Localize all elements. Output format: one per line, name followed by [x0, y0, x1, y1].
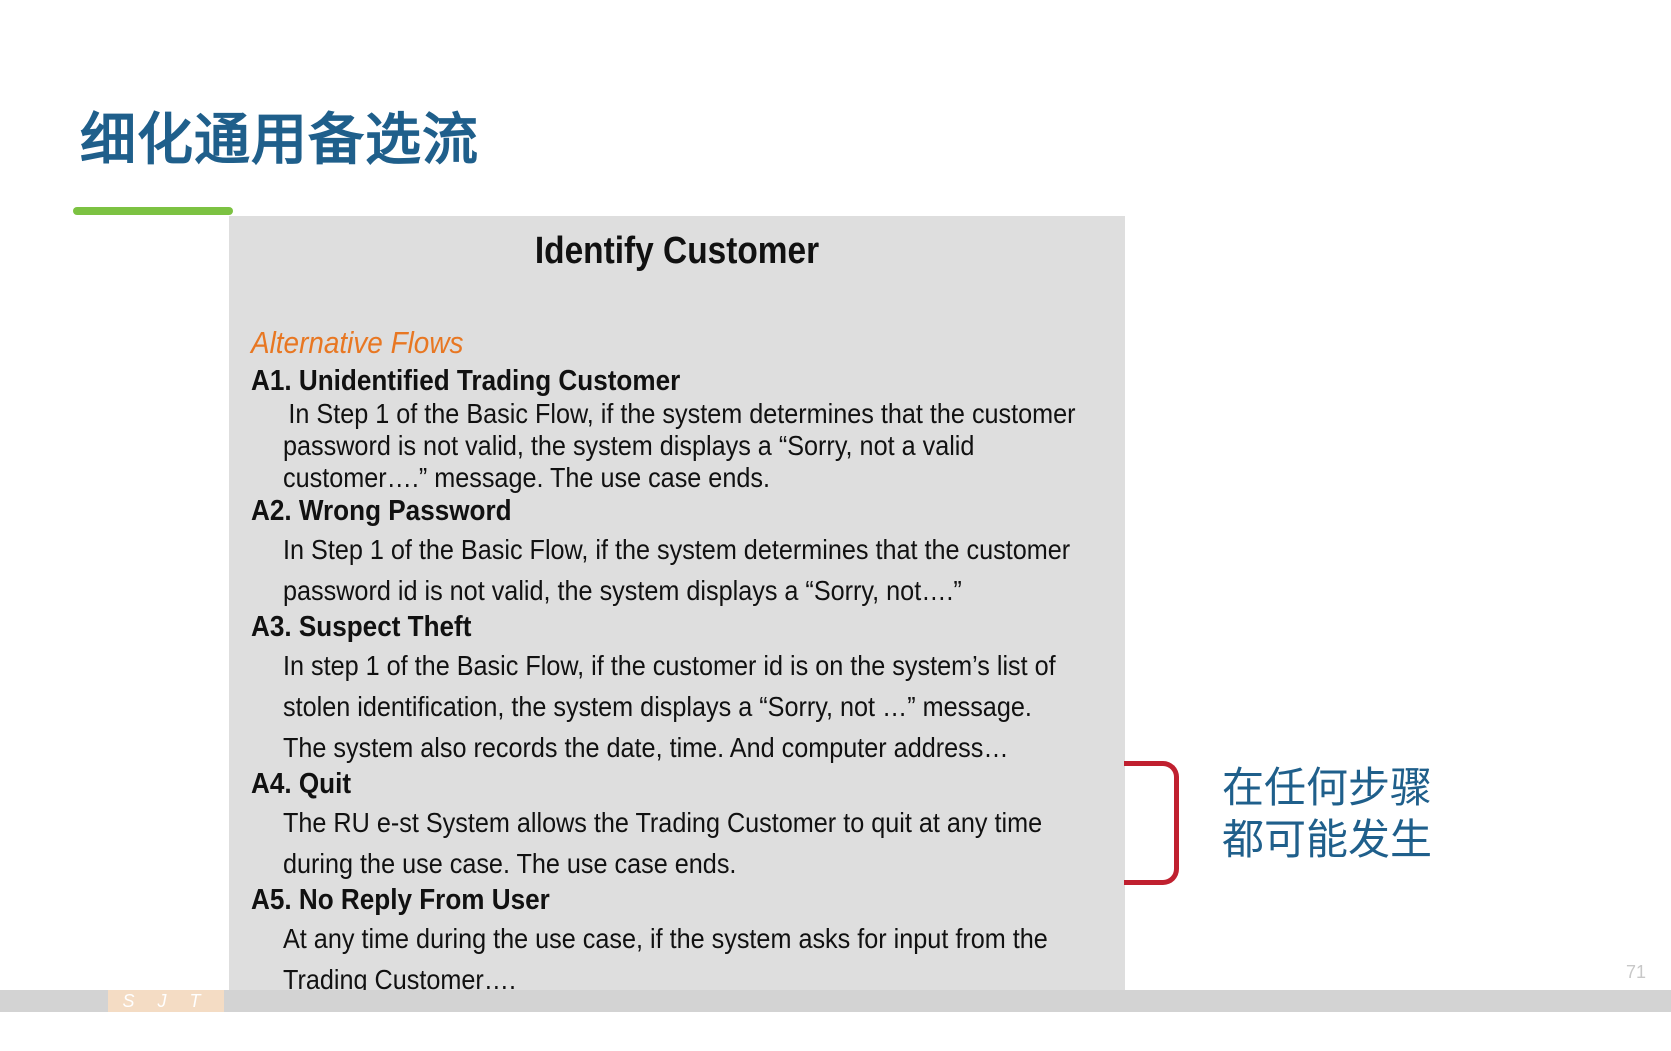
flow-line: stolen identification, the system displa…	[283, 691, 1032, 722]
right-bracket	[1124, 761, 1179, 885]
content-box: Identify Customer Alternative Flows A1. …	[229, 216, 1125, 995]
flow-line: password is not valid, the system displa…	[283, 430, 975, 461]
section-label: Alternative Flows	[251, 325, 464, 360]
side-note: 在任何步骤 都可能发生	[1222, 762, 1432, 866]
flow-line: The RU e-st System allows the Trading Cu…	[283, 807, 1043, 838]
page-number: 71	[1626, 962, 1647, 982]
flow-a3: A3. Suspect Theft In step 1 of the Basic…	[251, 610, 1111, 767]
flow-a2: A2. Wrong Password In Step 1 of the Basi…	[251, 494, 1111, 610]
alternative-flows: Alternative Flows A1. Unidentified Tradi…	[251, 322, 1111, 999]
flow-line: In step 1 of the Basic Flow, if the cust…	[283, 650, 1056, 681]
flow-line: At any time during the use case, if the …	[283, 923, 1048, 954]
flow-line: customer….” message. The use case ends.	[283, 462, 770, 493]
flow-line: In Step 1 of the Basic Flow, if the syst…	[283, 534, 1071, 565]
flow-a1: A1. Unidentified Trading Customer In Ste…	[251, 364, 1111, 494]
side-note-line: 在任何步骤	[1222, 763, 1433, 812]
flow-line: password id is not valid, the system dis…	[283, 575, 962, 606]
slide-title: 细化通用备选流	[80, 108, 479, 173]
box-title: Identify Customer	[534, 230, 820, 272]
flow-line: during the use case. The use case ends.	[283, 848, 737, 879]
footer-bar	[0, 990, 1671, 1012]
flow-heading: A2. Wrong Password	[251, 495, 512, 527]
flow-a5: A5. No Reply From User At any time durin…	[251, 883, 1111, 999]
footer-brand: S J T U	[108, 990, 224, 1033]
flow-heading: A4. Quit	[251, 768, 352, 800]
flow-line: The system also records the date, time. …	[283, 732, 1009, 763]
flow-heading: A3. Suspect Theft	[251, 611, 472, 643]
side-note-line: 都可能发生	[1222, 815, 1433, 864]
flow-heading: A5. No Reply From User	[251, 884, 550, 916]
title-underline	[73, 207, 233, 215]
flow-heading: A1. Unidentified Trading Customer	[251, 365, 681, 397]
flow-a4: A4. Quit The RU e-st System allows the T…	[251, 767, 1111, 883]
flow-line: In Step 1 of the Basic Flow, if the syst…	[288, 398, 1076, 429]
